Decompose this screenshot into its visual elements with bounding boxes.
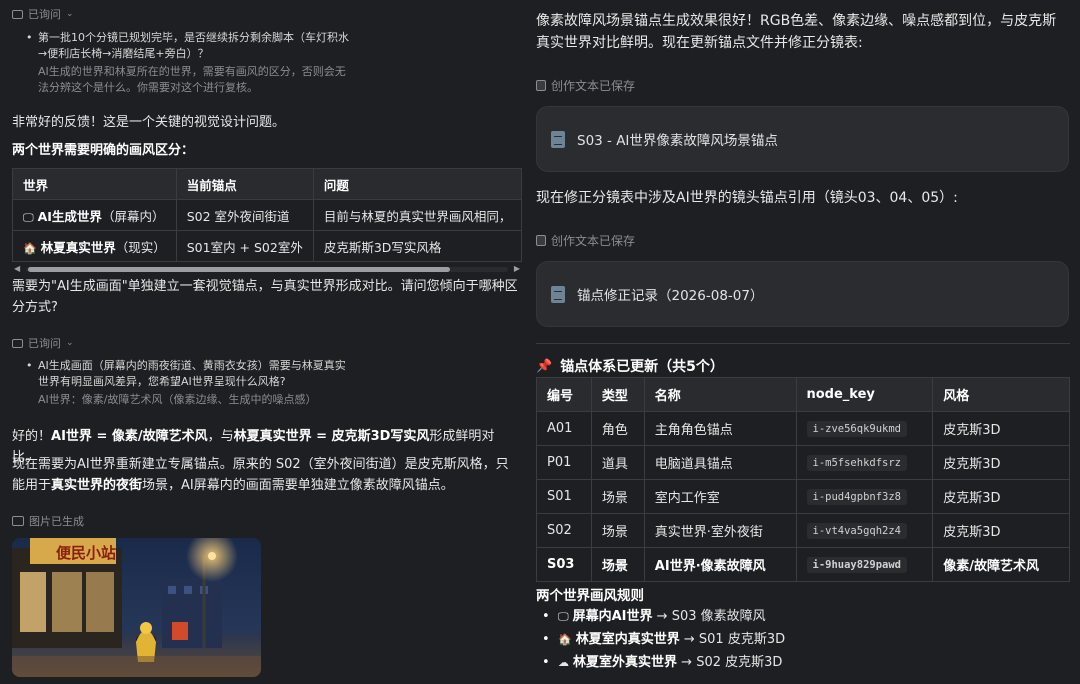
document-card[interactable]: 锚点修正记录（2026-08-07） <box>536 261 1069 327</box>
table-header: 风格 <box>932 377 1070 412</box>
asked-question: AI生成画面（屏幕内的雨夜街道、黄雨衣女孩）需要与林夏真实世界有明显画风差异，您… <box>24 358 352 390</box>
document-card[interactable]: S03 - AI世界像素故障风场景锚点 <box>536 106 1069 172</box>
cloud-icon: ☁ <box>558 656 569 669</box>
document-card-title: S03 - AI世界像素故障风场景锚点 <box>577 133 778 149</box>
rules-heading: 两个世界画风规则 <box>536 588 644 604</box>
table-cell: 目前与林夏的真实世界画风相同， <box>312 199 522 231</box>
table-row: P01 道具 电脑道具锚点 i-m5fsehkdfsrz 皮克斯3D <box>536 445 1070 480</box>
asked-question: 第一批10个分镜已规划完毕，是否继续拆分剩余脚本（车灯积水→便利店长椅→消磨结尾… <box>24 30 352 62</box>
rules-list: 🖵屏幕内AI世界 → S03 像素故障风 🏠林夏室内真实世界 → S01 皮克斯… <box>536 605 1070 674</box>
node-key[interactable]: i-zve56qk9ukmd <box>806 420 908 437</box>
document-icon <box>551 285 565 303</box>
table-header: 编号 <box>536 377 592 412</box>
list-item: 🏠林夏室内真实世界 → S01 皮克斯3D <box>536 628 1070 651</box>
save-icon <box>536 80 546 91</box>
pushpin-icon: 📌 <box>536 358 553 374</box>
save-icon <box>536 235 546 246</box>
scroll-left-icon[interactable]: ◀ <box>14 264 20 273</box>
table-cell: 皮克斯斯3D写实风格 <box>312 230 522 262</box>
image-generated-flag: 图片已生成 <box>12 513 84 529</box>
table-header: 当前锚点 <box>175 168 314 200</box>
house-icon: 🏠 <box>558 633 572 646</box>
asked-flag[interactable]: 已询问 ⌄ <box>12 335 74 351</box>
node-key[interactable]: i-m5fsehkdfsrz <box>806 454 908 471</box>
asked-flag-label: 已询问 <box>28 8 61 21</box>
table-row: S02 场景 真实世界·室外夜街 i-vt4va5gqh2z4 皮克斯3D <box>536 513 1070 548</box>
divider <box>536 343 1070 344</box>
intro-text: 像素故障风场景锚点生成效果很好！RGB色差、像素边缘、噪点感都到位，与皮克斯真实… <box>536 13 1057 51</box>
table-header: 类型 <box>590 377 645 412</box>
table-cell: S02 室外夜间街道 <box>175 199 314 231</box>
document-card-title: 锚点修正记录（2026-08-07） <box>577 288 764 304</box>
scrollbar-thumb[interactable] <box>28 267 450 272</box>
store-sign: 便民小站 <box>56 544 116 562</box>
world-name: AI生成世界 <box>37 208 102 224</box>
chevron-down-icon: ⌄ <box>66 338 74 348</box>
reply-text: 非常好的反馈！这是一个关键的视觉设计问题。 <box>12 115 286 130</box>
node-key[interactable]: i-vt4va5gqh2z4 <box>806 522 908 539</box>
anchor-heading: 📌 锚点体系已更新（共5个） <box>536 356 724 376</box>
list-item: ☁林夏室外真实世界 → S02 皮克斯3D <box>536 651 1070 674</box>
asked-flag[interactable]: 已询问 ⌄ <box>12 6 74 22</box>
house-icon: 🏠 <box>23 241 37 255</box>
table-header: 问题 <box>312 168 522 200</box>
table-header: 名称 <box>643 377 797 412</box>
chat-bubble-icon <box>12 338 23 348</box>
middle-text: 现在修正分镜表中涉及AI世界的镜头锚点引用（镜头03、04、05）: <box>536 190 958 206</box>
image-generated-label: 图片已生成 <box>29 515 84 528</box>
saved-flag: 创作文本已保存 <box>536 77 635 94</box>
right-chat-column: 像素故障风场景锚点生成效果很好！RGB色差、像素边缘、噪点感都到位，与皮克斯真实… <box>536 0 1072 684</box>
generated-image-thumbnail[interactable]: 便民小站 <box>12 538 261 677</box>
world-suffix: （现实） <box>115 239 166 255</box>
image-icon <box>12 516 24 526</box>
table-scrollbar[interactable]: ◀ ▶ <box>12 264 522 274</box>
table-header: node_key <box>795 377 934 412</box>
table-cell: S01室内 + S02室外 <box>175 230 314 262</box>
night-street-scene: 便民小站 <box>12 538 261 677</box>
list-item: 🖵屏幕内AI世界 → S03 像素故障风 <box>536 605 1070 628</box>
asked-answer: AI生成的世界和林夏所在的世界，需要有画风的区分，否则会无法分辨这个是什么。你需… <box>38 65 346 94</box>
monitor-icon: 🖵 <box>23 210 34 224</box>
node-key[interactable]: i-9huay829pawd <box>806 556 908 573</box>
asked-question-block: AI生成画面（屏幕内的雨夜街道、黄雨衣女孩）需要与林夏真实世界有明显画风差异，您… <box>12 358 352 408</box>
table-row: 🏠 林夏真实世界（现实） S01室内 + S02室外 皮克斯斯3D写实风格 <box>12 230 522 262</box>
saved-label: 创作文本已保存 <box>551 234 636 248</box>
section-heading: 两个世界需要明确的画风区分： <box>12 143 195 158</box>
chat-bubble-icon <box>12 9 23 19</box>
world-comparison-table: 世界 当前锚点 问题 🖵 AI生成世界（屏幕内） S02 室外夜间街道 目前与林夏… <box>12 168 522 274</box>
monitor-icon: 🖵 <box>558 610 569 623</box>
world-name: 林夏真实世界 <box>40 239 116 255</box>
asked-answer: AI世界：像素/故障艺术风（像素边缘、生成中的噪点感） <box>38 393 317 406</box>
table-header: 世界 <box>12 168 177 200</box>
reply-text: 现在需要为AI世界重新建立专属锚点。原来的 S02（室外夜间街道）是皮克斯风格，… <box>12 457 509 493</box>
chevron-down-icon: ⌄ <box>66 9 74 19</box>
asked-question-block: 第一批10个分镜已规划完毕，是否继续拆分剩余脚本（车灯积水→便利店长椅→消磨结尾… <box>12 30 352 96</box>
asked-flag-label: 已询问 <box>28 337 61 350</box>
scroll-right-icon[interactable]: ▶ <box>514 264 520 273</box>
saved-label: 创作文本已保存 <box>551 79 636 93</box>
saved-flag: 创作文本已保存 <box>536 232 635 249</box>
document-icon <box>551 130 565 148</box>
table-row: S03 场景 AI世界·像素故障风 i-9huay829pawd 像素/故障艺术… <box>536 547 1070 582</box>
question-text: 需要为"AI生成画面"单独建立一套视觉锚点，与真实世界形成对比。请问您倾向于哪种… <box>12 279 518 315</box>
node-key[interactable]: i-pud4gpbnf3z8 <box>806 488 908 505</box>
world-suffix: （屏幕内） <box>101 208 165 224</box>
left-chat-column: 已询问 ⌄ 第一批10个分镜已规划完毕，是否继续拆分剩余脚本（车灯积水→便利店长… <box>0 0 522 684</box>
anchor-table: 编号 类型 名称 node_key 风格 A01 角色 主角角色锚点 i-zve… <box>536 377 1070 582</box>
table-row: 🖵 AI生成世界（屏幕内） S02 室外夜间街道 目前与林夏的真实世界画风相同， <box>12 199 522 231</box>
anchor-heading-text: 锚点体系已更新（共5个） <box>560 359 724 375</box>
table-row: S01 场景 室内工作室 i-pud4gpbnf3z8 皮克斯3D <box>536 479 1070 514</box>
table-row: A01 角色 主角角色锚点 i-zve56qk9ukmd 皮克斯3D <box>536 411 1070 446</box>
